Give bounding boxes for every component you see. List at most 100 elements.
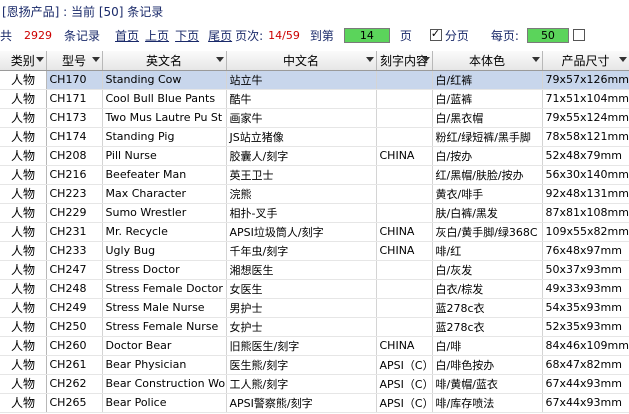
cell-category[interactable]: 人物 [0,298,47,318]
dropdown-arrow-icon[interactable] [531,57,540,62]
cell-engraving[interactable] [376,89,433,109]
cell-category[interactable]: 人物 [0,336,47,356]
cell-body-color[interactable]: 灰白/黄手脚/绿368C [432,222,543,242]
cell-body-color[interactable]: 白/蓝裤 [432,89,543,109]
column-header-chinese-name[interactable]: 中文名 [226,51,377,71]
cell-engraving[interactable]: CHINA [376,336,433,356]
dropdown-arrow-icon[interactable] [35,57,44,62]
cell-size[interactable]: 79x57x126mm [542,70,629,90]
goto-page-input[interactable]: 14 [343,27,390,43]
cell-category[interactable]: 人物 [0,184,47,204]
cell-english-name[interactable]: Stress Male Nurse [102,298,227,318]
cell-model[interactable]: CH261 [46,355,103,375]
cell-size[interactable]: 78x58x121mm [542,127,629,147]
cell-body-color[interactable]: 啡/红 [432,241,543,261]
cell-engraving[interactable] [376,317,433,337]
cell-size[interactable]: 49x33x93mm [542,279,629,299]
cell-engraving[interactable] [376,260,433,280]
cell-size[interactable]: 54x35x93mm [542,298,629,318]
cell-body-color[interactable]: 蓝278c衣 [432,317,543,337]
cell-chinese-name[interactable]: 医生熊/刻字 [226,355,377,375]
cell-body-color[interactable]: 红/黑帽/肤脸/按办 [432,165,543,185]
cell-chinese-name[interactable]: 站立牛 [226,70,377,90]
table-row[interactable]: 人物 CH248 Stress Female Doctor 女医生 白衣/棕发 49x33… [0,279,629,299]
cell-english-name[interactable]: Bear Physician [102,355,227,375]
cell-body-color[interactable]: 白衣/棕发 [432,279,543,299]
table-row[interactable]: 人物 CH249 Stress Male Nurse 男护士 蓝278c衣 54x35x9… [0,298,629,318]
cell-category[interactable]: 人物 [0,317,47,337]
cell-body-color[interactable]: 啡/黄帽/蓝衣 [432,374,543,394]
dropdown-arrow-icon[interactable] [91,57,100,62]
cell-english-name[interactable]: Cool Bull Blue Pants [102,89,227,109]
cell-category[interactable]: 人物 [0,127,47,147]
column-header-size[interactable]: 产品尺寸 [542,51,629,71]
table-row[interactable]: 人物 CH265 Bear Police APSI警察熊/刻字 APSI（C） 啡/库存喷… [0,393,629,413]
cell-size[interactable]: 84x46x109mm [542,336,629,356]
column-header-model[interactable]: 型号 [46,51,103,71]
cell-size[interactable]: 56x30x140mm [542,165,629,185]
table-row[interactable]: 人物 CH174 Standing Pig JS站立猪像 粉红/绿短裤/黑手脚 78x58… [0,127,629,147]
table-row[interactable]: 人物 CH247 Stress Doctor 湘想医生 白/灰发 50x37x93mm [0,260,629,280]
cell-category[interactable]: 人物 [0,279,47,299]
cell-model[interactable]: CH248 [46,279,103,299]
cell-engraving[interactable]: APSI（C） [376,393,433,413]
cell-engraving[interactable] [376,127,433,147]
cell-body-color[interactable]: 啡/库存喷法 [432,393,543,413]
cell-size[interactable]: 79x55x124mm [542,108,629,128]
cell-size[interactable]: 68x47x82mm [542,355,629,375]
cell-category[interactable]: 人物 [0,222,47,242]
cell-chinese-name[interactable]: 胶囊人/刻字 [226,146,377,166]
cell-chinese-name[interactable]: 画家牛 [226,108,377,128]
table-row[interactable]: 人物 CH250 Stress Female Nurse 女护士 蓝278c衣 52x35… [0,317,629,337]
cell-size[interactable]: 76x48x97mm [542,241,629,261]
cell-model[interactable]: CH174 [46,127,103,147]
cell-english-name[interactable]: Bear Construction Wo [102,374,227,394]
cell-engraving[interactable] [376,165,433,185]
cell-category[interactable]: 人物 [0,165,47,185]
prev-page-link[interactable]: 上页 [145,27,169,44]
cell-size[interactable]: 67x44x93mm [542,374,629,394]
cell-chinese-name[interactable]: 工人熊/刻字 [226,374,377,394]
cell-size[interactable]: 87x81x108mm [542,203,629,223]
cell-chinese-name[interactable]: APSI垃圾筒人/刻字 [226,222,377,242]
first-page-link[interactable]: 首页 [115,27,139,44]
cell-category[interactable]: 人物 [0,374,47,394]
cell-body-color[interactable]: 白/啡 [432,336,543,356]
cell-chinese-name[interactable]: 女护士 [226,317,377,337]
cell-model[interactable]: CH262 [46,374,103,394]
column-header-engraving[interactable]: 刻字内容 [376,51,433,71]
cell-chinese-name[interactable]: 女医生 [226,279,377,299]
table-row[interactable]: 人物 CH229 Sumo Wrestler 相扑-叉手 肤/白裤/黑发 87x81x10… [0,203,629,223]
cell-engraving[interactable]: APSI（C） [376,374,433,394]
table-row[interactable]: 人物 CH260 Doctor Bear 旧熊医生/刻字 CHINA 白/啡 84x46x1… [0,336,629,356]
cell-size[interactable]: 92x48x131mm [542,184,629,204]
table-row[interactable]: 人物 CH233 Ugly Bug 千年虫/刻字 CHINA 啡/红 76x48x97mm [0,241,629,261]
dropdown-arrow-icon[interactable] [421,57,430,62]
table-row[interactable]: 人物 CH223 Max Character 浣熊 黄衣/啡手 92x48x131mm [0,184,629,204]
cell-body-color[interactable]: 肤/白裤/黑发 [432,203,543,223]
cell-english-name[interactable]: Mr. Recycle [102,222,227,242]
cell-body-color[interactable]: 白/按办 [432,146,543,166]
cell-engraving[interactable] [376,298,433,318]
dropdown-arrow-icon[interactable] [618,57,627,62]
cell-english-name[interactable]: Standing Pig [102,127,227,147]
cell-engraving[interactable]: CHINA [376,222,433,242]
cell-category[interactable]: 人物 [0,355,47,375]
cell-engraving[interactable]: CHINA [376,146,433,166]
cell-model[interactable]: CH260 [46,336,103,356]
cell-body-color[interactable]: 白/啡色按办 [432,355,543,375]
column-header-english-name[interactable]: 英文名 [102,51,227,71]
cell-english-name[interactable]: Stress Doctor [102,260,227,280]
cell-model[interactable]: CH249 [46,298,103,318]
cell-model[interactable]: CH223 [46,184,103,204]
cell-size[interactable]: 52x48x79mm [542,146,629,166]
cell-model[interactable]: CH173 [46,108,103,128]
table-row[interactable]: 人物 CH261 Bear Physician 医生熊/刻字 APSI（C） 白/啡色按办… [0,355,629,375]
cell-category[interactable]: 人物 [0,393,47,413]
cell-size[interactable]: 71x51x104mm [542,89,629,109]
cell-model[interactable]: CH265 [46,393,103,413]
cell-chinese-name[interactable]: 相扑-叉手 [226,203,377,223]
cell-engraving[interactable] [376,203,433,223]
cell-model[interactable]: CH231 [46,222,103,242]
cell-chinese-name[interactable]: 千年虫/刻字 [226,241,377,261]
